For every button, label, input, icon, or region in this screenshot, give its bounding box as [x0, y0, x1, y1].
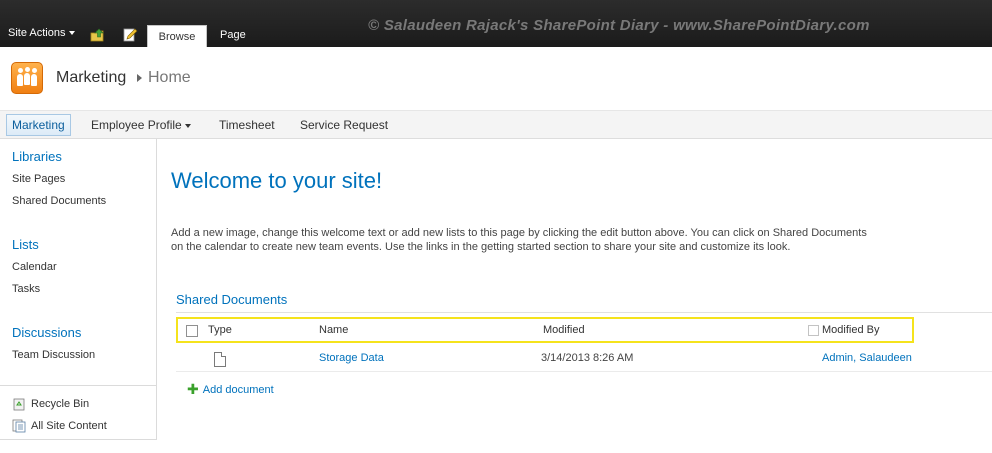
document-modified: 3/14/2013 8:26 AM [541, 352, 634, 364]
all-site-content-label: All Site Content [31, 420, 107, 432]
quicklaunch-heading-lists[interactable]: Lists [12, 237, 39, 252]
quicklaunch-item-calendar[interactable]: Calendar [12, 261, 57, 273]
site-logo-icon[interactable] [11, 62, 43, 94]
quicklaunch-divider [0, 385, 157, 386]
logo-person-body [31, 74, 37, 86]
column-header-name[interactable]: Name [319, 324, 348, 336]
select-all-checkbox[interactable] [186, 325, 198, 337]
document-icon[interactable] [214, 352, 226, 367]
edit-page-icon[interactable] [122, 27, 138, 43]
watermark: © Salaudeen Rajack's SharePoint Diary - … [368, 17, 870, 34]
tab-browse[interactable]: Browse [147, 25, 207, 47]
add-document-label: Add document [202, 384, 274, 396]
webpart-header-divider [176, 312, 992, 313]
column-header-type[interactable]: Type [208, 324, 232, 336]
site-header: Marketing Home [0, 47, 992, 111]
logo-person-body [17, 74, 23, 86]
top-navigation: Marketing Employee Profile Timesheet Ser… [0, 111, 992, 139]
quicklaunch-item-team-discussion[interactable]: Team Discussion [12, 349, 95, 361]
logo-person-head [32, 68, 37, 73]
logo-person-body [24, 73, 30, 85]
quicklaunch-item-site-pages[interactable]: Site Pages [12, 173, 65, 185]
logo-person-head [18, 68, 23, 73]
quicklaunch-item-shared-documents[interactable]: Shared Documents [12, 195, 106, 207]
welcome-text-line: on the calendar to create new team event… [171, 241, 791, 253]
document-modified-by-link[interactable]: Admin, Salaudeen [822, 352, 912, 364]
quicklaunch-item-tasks[interactable]: Tasks [12, 283, 40, 295]
column-header-modified[interactable]: Modified [543, 324, 585, 336]
page-title: Welcome to your site! [171, 168, 383, 193]
column-header-modified-by[interactable]: Modified By [822, 324, 879, 336]
all-site-content-icon [12, 419, 26, 433]
breadcrumb-page-title: Home [148, 69, 191, 86]
add-document-link[interactable]: ✚ Add document [187, 382, 274, 398]
recycle-bin-label: Recycle Bin [31, 398, 90, 410]
shared-documents-webpart-title[interactable]: Shared Documents [176, 292, 287, 307]
quick-launch: Libraries Site Pages Shared Documents Li… [0, 139, 157, 440]
navigate-up-icon[interactable] [90, 27, 106, 43]
quicklaunch-heading-libraries[interactable]: Libraries [12, 149, 62, 164]
breadcrumb-site-title[interactable]: Marketing [56, 69, 126, 87]
breadcrumb-arrow-icon [137, 74, 142, 82]
caret-down-icon [69, 31, 76, 35]
document-name-link[interactable]: Storage Data [319, 352, 384, 364]
quicklaunch-heading-discussions[interactable]: Discussions [12, 325, 81, 340]
welcome-text: Add a new image, change this welcome tex… [171, 226, 992, 254]
recycle-bin-icon [13, 398, 25, 411]
quicklaunch-recycle-bin[interactable]: Recycle Bin [12, 397, 89, 411]
column-header-checkbox[interactable] [808, 325, 819, 336]
site-actions-label: Site Actions [8, 27, 66, 39]
add-icon: ✚ [187, 382, 199, 398]
welcome-text-line: Add a new image, change this welcome tex… [171, 227, 867, 239]
topnav-item-label: Employee Profile [91, 118, 182, 132]
topnav-item-timesheet[interactable]: Timesheet [219, 118, 275, 132]
caret-down-icon [184, 123, 191, 128]
tab-page[interactable]: Page [220, 29, 246, 41]
quicklaunch-all-site-content[interactable]: All Site Content [12, 419, 107, 433]
topnav-item-marketing[interactable]: Marketing [6, 114, 71, 136]
ribbon: Site Actions Browse Page © Salaudeen Raj… [0, 0, 992, 47]
site-actions-menu[interactable]: Site Actions [8, 27, 76, 39]
topnav-item-employee-profile[interactable]: Employee Profile [91, 118, 191, 132]
logo-person-head [25, 67, 30, 72]
topnav-item-service-request[interactable]: Service Request [300, 118, 388, 132]
